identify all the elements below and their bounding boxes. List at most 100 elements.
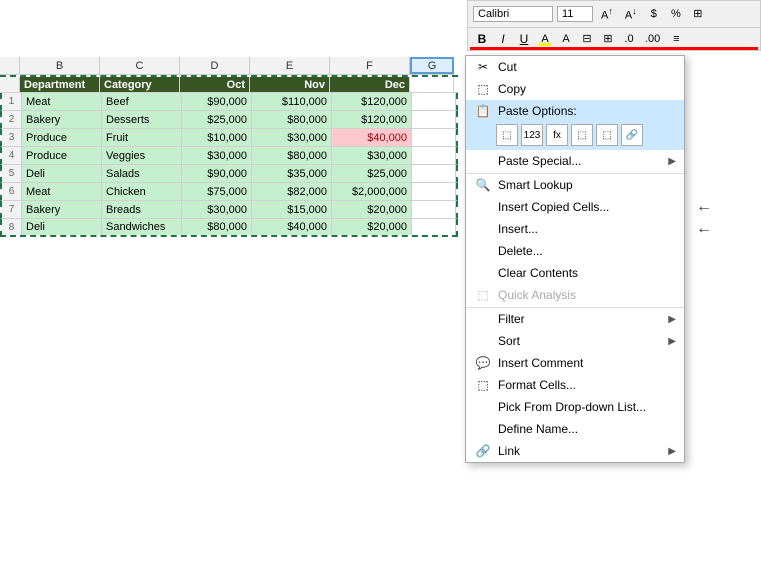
cell-dept-1[interactable]: Meat: [22, 93, 102, 110]
menu-label-link: Link: [498, 444, 676, 458]
menu-label-sort: Sort: [498, 334, 676, 348]
menu-item-insert[interactable]: Insert... ←: [466, 218, 684, 240]
paste-icon-5[interactable]: ⬚: [596, 124, 618, 146]
paste-icon-2[interactable]: 123: [521, 124, 543, 146]
cell-cat-5[interactable]: Salads: [102, 165, 182, 182]
menu-item-define-name[interactable]: Define Name...: [466, 418, 684, 440]
cell-oct-6[interactable]: $75,000: [182, 183, 252, 200]
cell-oct-4[interactable]: $30,000: [182, 147, 252, 164]
cell-dec-2[interactable]: $120,000: [332, 111, 412, 128]
cell-oct-5[interactable]: $90,000: [182, 165, 252, 182]
cell-dec-7[interactable]: $20,000: [332, 201, 412, 218]
menu-item-filter[interactable]: Filter ▶: [466, 307, 684, 330]
menu-item-quick-analysis: ⬚ Quick Analysis: [466, 284, 684, 306]
right-arrow-1: ←: [696, 198, 712, 216]
menu-label-paste-special: Paste Special...: [498, 154, 676, 168]
header-dec[interactable]: Dec: [330, 77, 410, 92]
menu-item-link[interactable]: 🔗 Link ▶: [466, 440, 684, 462]
cell-g-8: [412, 219, 456, 235]
header-cat[interactable]: Category: [100, 77, 180, 92]
col-header-b[interactable]: B: [20, 57, 100, 74]
cell-dec-1[interactable]: $120,000: [332, 93, 412, 110]
menu-item-format-cells[interactable]: ⬚ Format Cells...: [466, 374, 684, 396]
cell-dept-4[interactable]: Produce: [22, 147, 102, 164]
paste-icon-4[interactable]: ⬚: [571, 124, 593, 146]
cell-oct-1[interactable]: $90,000: [182, 93, 252, 110]
more-button[interactable]: ≡: [667, 31, 685, 47]
paste-icon-1[interactable]: ⬚: [496, 124, 518, 146]
cell-dept-6[interactable]: Meat: [22, 183, 102, 200]
cell-nov-2[interactable]: $80,000: [252, 111, 332, 128]
cell-dec-6[interactable]: $2,000,000: [332, 183, 412, 200]
cell-oct-2[interactable]: $25,000: [182, 111, 252, 128]
cell-dept-2[interactable]: Bakery: [22, 111, 102, 128]
cell-nov-8[interactable]: $40,000: [252, 219, 332, 235]
table-row: 6 Meat Chicken $75,000 $82,000 $2,000,00…: [0, 183, 458, 201]
cell-cat-8[interactable]: Sandwiches: [102, 219, 182, 235]
menu-item-paste-special[interactable]: Paste Special... ▶: [466, 150, 684, 172]
cell-cat-1[interactable]: Beef: [102, 93, 182, 110]
col-header-f[interactable]: F: [330, 57, 410, 74]
menu-item-insert-comment[interactable]: 💬 Insert Comment: [466, 352, 684, 374]
menu-item-insert-copied[interactable]: Insert Copied Cells... ←: [466, 196, 684, 218]
menu-item-clear-contents[interactable]: Clear Contents: [466, 262, 684, 284]
cell-dec-8[interactable]: $20,000: [332, 219, 412, 235]
cell-cat-6[interactable]: Chicken: [102, 183, 182, 200]
cell-oct-8[interactable]: $80,000: [182, 219, 252, 235]
cell-dept-7[interactable]: Bakery: [22, 201, 102, 218]
col-header-e[interactable]: E: [250, 57, 330, 74]
grid-button[interactable]: ⊞: [689, 5, 707, 22]
menu-item-delete[interactable]: Delete...: [466, 240, 684, 262]
percent-button[interactable]: %: [667, 6, 685, 22]
menu-item-sort[interactable]: Sort ▶: [466, 330, 684, 352]
col-header-g[interactable]: G: [410, 57, 454, 74]
cell-nov-6[interactable]: $82,000: [252, 183, 332, 200]
cell-cat-3[interactable]: Fruit: [102, 129, 182, 146]
menu-label-insert-copied: Insert Copied Cells...: [498, 200, 676, 214]
header-oct[interactable]: Oct: [180, 77, 250, 92]
cell-nov-4[interactable]: $80,000: [252, 147, 332, 164]
header-dept[interactable]: Department: [20, 77, 100, 92]
col-header-d[interactable]: D: [180, 57, 250, 74]
cell-dec-5[interactable]: $25,000: [332, 165, 412, 182]
cell-nov-1[interactable]: $110,000: [252, 93, 332, 110]
cell-cat-2[interactable]: Desserts: [102, 111, 182, 128]
cell-nov-7[interactable]: $15,000: [252, 201, 332, 218]
paste-icon-6[interactable]: 🔗: [621, 124, 643, 146]
cell-dec-4[interactable]: $30,000: [332, 147, 412, 164]
col-header-c[interactable]: C: [100, 57, 180, 74]
dollar-button[interactable]: $: [645, 6, 663, 22]
shrink-font-button[interactable]: A↓: [621, 4, 641, 24]
cell-oct-3[interactable]: $10,000: [182, 129, 252, 146]
cell-dept-3[interactable]: Produce: [22, 129, 102, 146]
font-name-input[interactable]: [473, 6, 553, 22]
underline-button[interactable]: U: [515, 30, 533, 48]
cell-nov-3[interactable]: $30,000: [252, 129, 332, 146]
cell-cat-7[interactable]: Breads: [102, 201, 182, 218]
cell-nov-5[interactable]: $35,000: [252, 165, 332, 182]
menu-label-filter: Filter: [498, 312, 676, 326]
italic-button[interactable]: I: [494, 30, 512, 48]
paste-icon-3[interactable]: fx: [546, 124, 568, 146]
cell-dept-5[interactable]: Deli: [22, 165, 102, 182]
menu-item-copy[interactable]: ⬚ Copy: [466, 78, 684, 100]
menu-item-paste-options[interactable]: 📋 Paste Options:: [466, 100, 684, 122]
header-nov[interactable]: Nov: [250, 77, 330, 92]
cell-dept-8[interactable]: Deli: [22, 219, 102, 235]
cell-dec-3[interactable]: $40,000: [332, 129, 412, 146]
highlight-button[interactable]: A: [536, 31, 554, 47]
menu-item-cut[interactable]: ✂ Cut: [466, 56, 684, 78]
merge-button[interactable]: ⊞: [599, 30, 617, 47]
decrease-decimal-button[interactable]: .00: [641, 31, 664, 47]
border-button[interactable]: ⊟: [578, 30, 596, 47]
font-color-button[interactable]: A: [557, 31, 575, 47]
menu-item-pick-from-dropdown[interactable]: Pick From Drop-down List...: [466, 396, 684, 418]
grow-font-button[interactable]: A↑: [597, 4, 617, 24]
cell-cat-4[interactable]: Veggies: [102, 147, 182, 164]
font-size-input[interactable]: [557, 6, 593, 22]
menu-item-smart-lookup[interactable]: 🔍 Smart Lookup: [466, 173, 684, 196]
increase-decimal-button[interactable]: .0: [620, 31, 638, 47]
cell-oct-7[interactable]: $30,000: [182, 201, 252, 218]
bold-button[interactable]: B: [473, 30, 491, 48]
format-cells-icon: ⬚: [474, 378, 492, 392]
